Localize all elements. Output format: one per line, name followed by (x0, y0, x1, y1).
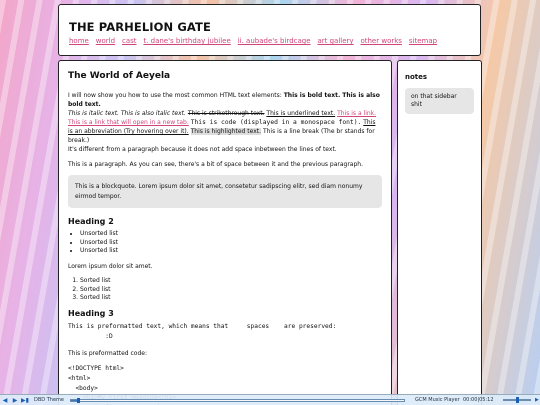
example-link-new-tab[interactable]: This is a link that will open in a new t… (68, 119, 189, 126)
nav-link-art-gallery[interactable]: art gallery (317, 37, 353, 45)
nav-link-aubades-birdcage[interactable]: ii. aubade's birdcage (238, 37, 311, 45)
intro-paragraph: I will now show you how to use the most … (68, 91, 382, 154)
previous-track-icon[interactable]: ◀ (0, 395, 10, 405)
list-item: Unsorted list (80, 247, 382, 256)
list-item: Unsorted list (80, 230, 382, 239)
intro-lead: I will now show you how to use the most … (68, 92, 284, 99)
list-item: Sorted list (80, 277, 382, 286)
music-player: ◀ ▶ ▶▮ DBD Theme GCM Music Player 00:00|… (0, 394, 540, 405)
underlined-text: This is underlined text. (266, 110, 336, 117)
nav-link-other-works[interactable]: other works (360, 37, 401, 45)
highlighted-text: This is highlighted text. (190, 128, 262, 136)
after-break-text: It's different from a paragraph because … (68, 146, 337, 154)
list-item: Unsorted list (80, 239, 382, 248)
preformatted-text: This is preformatted text, which means t… (68, 323, 337, 340)
main-nav: home world cast t. dane's birthday jubil… (69, 37, 470, 45)
sidebar-note: on that sidebar shit (405, 88, 474, 114)
nav-link-cast[interactable]: cast (122, 37, 137, 45)
volume-handle[interactable] (516, 397, 519, 403)
preformatted-code-label: This is preformatted code: (68, 350, 147, 358)
notes-sidebar: notes on that sidebar shit (397, 60, 482, 405)
main-content: The World of Aeyela I will now show you … (58, 60, 392, 405)
nav-link-world[interactable]: world (96, 37, 115, 45)
site-header: THE PARHELION GATE home world cast t. da… (58, 4, 481, 56)
italic-text-2: This is also italic text. (120, 110, 186, 117)
list-item: Sorted list (80, 286, 382, 295)
paragraph: This is a paragraph. As you can see, the… (68, 161, 363, 169)
nav-link-sitemap[interactable]: sitemap (409, 37, 437, 45)
blockquote: This is a blockquote. Lorem ipsum dolor … (68, 175, 382, 209)
next-track-icon[interactable]: ▶▮ (20, 395, 30, 405)
progress-bar[interactable] (70, 397, 405, 403)
progress-handle[interactable] (76, 397, 80, 403)
play-icon[interactable]: ▶ (10, 395, 20, 405)
sorted-list: Sorted list Sorted list Sorted list (80, 277, 382, 303)
track-title: DBD Theme (34, 397, 64, 403)
unsorted-list: Unsorted list Unsorted list Unsorted lis… (80, 230, 382, 256)
lorem-text: Lorem ipsum dolor sit amet. (68, 263, 153, 271)
code-text: This is code (displayed in a monospace f… (190, 119, 362, 126)
site-title: THE PARHELION GATE (69, 20, 211, 34)
page-title: The World of Aeyela (68, 71, 171, 81)
nav-link-home[interactable]: home (69, 37, 89, 45)
time-readout: 00:00|05:12 (463, 397, 494, 403)
volume-icon[interactable]: ▶ (535, 397, 539, 403)
sidebar-title: notes (405, 73, 428, 81)
heading-2: Heading 2 (68, 217, 114, 227)
list-item: Sorted list (80, 294, 382, 303)
bold-text: This is bold text. (283, 92, 341, 99)
nav-link-birthday-jubilee[interactable]: t. dane's birthday jubilee (143, 37, 230, 45)
volume-slider[interactable] (503, 397, 531, 403)
strikethrough-text: This is strikethrough text. (187, 110, 265, 117)
italic-text: This is italic text. (68, 110, 119, 117)
player-name: GCM Music Player (415, 397, 460, 403)
example-link[interactable]: This is a link. (337, 110, 376, 117)
heading-3: Heading 3 (68, 309, 114, 319)
